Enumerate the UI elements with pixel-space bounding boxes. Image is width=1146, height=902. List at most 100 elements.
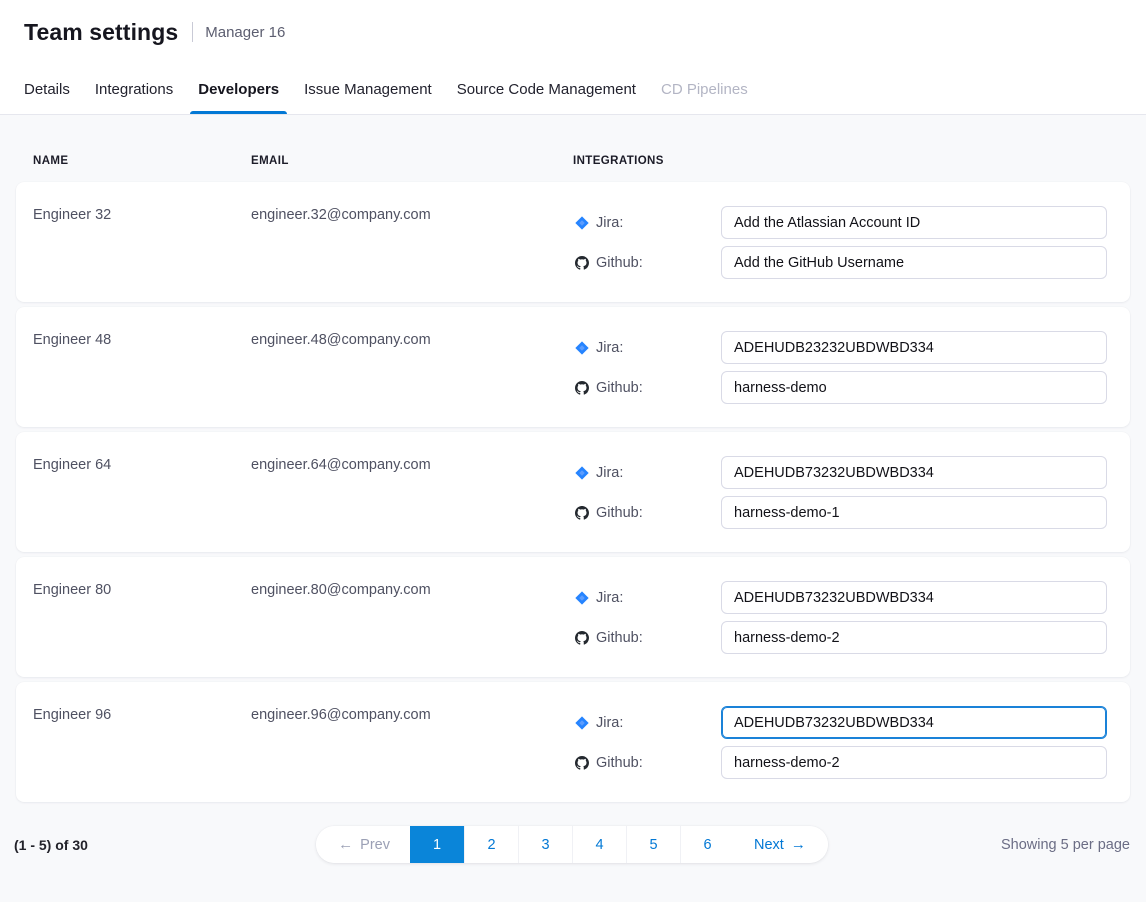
developer-email: engineer.80@company.com	[251, 581, 573, 677]
github-icon	[575, 756, 589, 770]
pagination-bar: (1 - 5) of 30 ← Prev 123456 Next → Showi…	[0, 826, 1146, 863]
developer-name: Engineer 64	[33, 456, 251, 552]
tab-bar: Details Integrations Developers Issue Ma…	[0, 64, 1146, 115]
table-row: Engineer 80 engineer.80@company.com Jira…	[16, 557, 1130, 677]
tab-details[interactable]: Details	[24, 64, 70, 114]
github-icon	[575, 381, 589, 395]
page-button-5[interactable]: 5	[626, 826, 680, 863]
developer-name: Engineer 80	[33, 581, 251, 677]
github-input[interactable]	[721, 371, 1107, 404]
github-label: Github:	[573, 380, 721, 396]
title-separator	[192, 22, 193, 42]
jira-icon	[575, 216, 589, 230]
page-button-2[interactable]: 2	[464, 826, 518, 863]
integrations-cell: Jira: Github:	[573, 206, 1107, 302]
developer-email: engineer.64@company.com	[251, 456, 573, 552]
jira-icon	[575, 341, 589, 355]
github-icon	[575, 506, 589, 520]
jira-label-text: Jira:	[596, 215, 623, 231]
jira-label-text: Jira:	[596, 340, 623, 356]
jira-label-text: Jira:	[596, 715, 623, 731]
integrations-cell: Jira: Github:	[573, 456, 1107, 552]
github-label: Github:	[573, 505, 721, 521]
tab-label: Developers	[198, 81, 279, 98]
jira-input[interactable]	[721, 331, 1107, 364]
developer-email: engineer.32@company.com	[251, 206, 573, 302]
tab-label: CD Pipelines	[661, 81, 748, 98]
per-page-info: Showing 5 per page	[828, 837, 1130, 853]
jira-label: Jira:	[573, 340, 721, 356]
column-header-integrations: INTEGRATIONS	[573, 155, 1146, 182]
tab-integrations[interactable]: Integrations	[95, 64, 173, 114]
page-button-4[interactable]: 4	[572, 826, 626, 863]
github-icon	[575, 256, 589, 270]
github-label-text: Github:	[596, 505, 643, 521]
developer-name: Engineer 48	[33, 331, 251, 427]
next-label: Next	[754, 837, 784, 853]
page-title: Team settings	[24, 19, 178, 46]
github-input[interactable]	[721, 246, 1107, 279]
jira-label-text: Jira:	[596, 465, 623, 481]
page-button-6[interactable]: 6	[680, 826, 734, 863]
github-label: Github:	[573, 255, 721, 271]
integrations-cell: Jira: Github:	[573, 331, 1107, 427]
github-label-text: Github:	[596, 380, 643, 396]
tab-source-code-management[interactable]: Source Code Management	[457, 64, 636, 114]
github-label-text: Github:	[596, 630, 643, 646]
developer-email: engineer.48@company.com	[251, 331, 573, 427]
page-button-1[interactable]: 1	[410, 826, 464, 863]
jira-label: Jira:	[573, 465, 721, 481]
github-label-text: Github:	[596, 255, 643, 271]
developer-email: engineer.96@company.com	[251, 706, 573, 802]
prev-page-button[interactable]: ← Prev	[316, 826, 410, 863]
table-row: Engineer 32 engineer.32@company.com Jira…	[16, 182, 1130, 302]
jira-input[interactable]	[721, 706, 1107, 739]
jira-input[interactable]	[721, 206, 1107, 239]
tab-label: Integrations	[95, 81, 173, 98]
tab-label: Details	[24, 81, 70, 98]
results-range: (1 - 5) of 30	[14, 837, 316, 853]
github-label: Github:	[573, 755, 721, 771]
table-header: NAME EMAIL INTEGRATIONS	[0, 115, 1146, 182]
next-page-button[interactable]: Next →	[734, 826, 828, 863]
table-row: Engineer 96 engineer.96@company.com Jira…	[16, 682, 1130, 802]
jira-input[interactable]	[721, 456, 1107, 489]
jira-label: Jira:	[573, 590, 721, 606]
integrations-cell: Jira: Github:	[573, 706, 1107, 802]
tab-label: Source Code Management	[457, 81, 636, 98]
page-header: Team settings Manager 16	[0, 0, 1146, 64]
arrow-right-icon: →	[791, 837, 806, 852]
github-label-text: Github:	[596, 755, 643, 771]
developers-panel: NAME EMAIL INTEGRATIONS Engineer 32 engi…	[0, 115, 1146, 863]
jira-label: Jira:	[573, 215, 721, 231]
github-label: Github:	[573, 630, 721, 646]
github-input[interactable]	[721, 621, 1107, 654]
table-row: Engineer 64 engineer.64@company.com Jira…	[16, 432, 1130, 552]
page-number-buttons: 123456	[410, 826, 734, 863]
developer-name: Engineer 32	[33, 206, 251, 302]
column-header-name: NAME	[33, 155, 251, 182]
arrow-left-icon: ←	[338, 837, 353, 852]
jira-icon	[575, 466, 589, 480]
developer-rows: Engineer 32 engineer.32@company.com Jira…	[0, 182, 1146, 802]
tab-issue-management[interactable]: Issue Management	[304, 64, 432, 114]
github-input[interactable]	[721, 496, 1107, 529]
developer-name: Engineer 96	[33, 706, 251, 802]
page-subtitle: Manager 16	[205, 24, 285, 41]
jira-label: Jira:	[573, 715, 721, 731]
page-button-3[interactable]: 3	[518, 826, 572, 863]
tab-label: Issue Management	[304, 81, 432, 98]
github-input[interactable]	[721, 746, 1107, 779]
jira-icon	[575, 716, 589, 730]
jira-icon	[575, 591, 589, 605]
tab-cd-pipelines: CD Pipelines	[661, 64, 748, 114]
tab-developers[interactable]: Developers	[198, 64, 279, 114]
integrations-cell: Jira: Github:	[573, 581, 1107, 677]
jira-label-text: Jira:	[596, 590, 623, 606]
github-icon	[575, 631, 589, 645]
column-header-email: EMAIL	[251, 155, 573, 182]
table-row: Engineer 48 engineer.48@company.com Jira…	[16, 307, 1130, 427]
prev-label: Prev	[360, 837, 390, 853]
jira-input[interactable]	[721, 581, 1107, 614]
pagination: ← Prev 123456 Next →	[316, 826, 828, 863]
